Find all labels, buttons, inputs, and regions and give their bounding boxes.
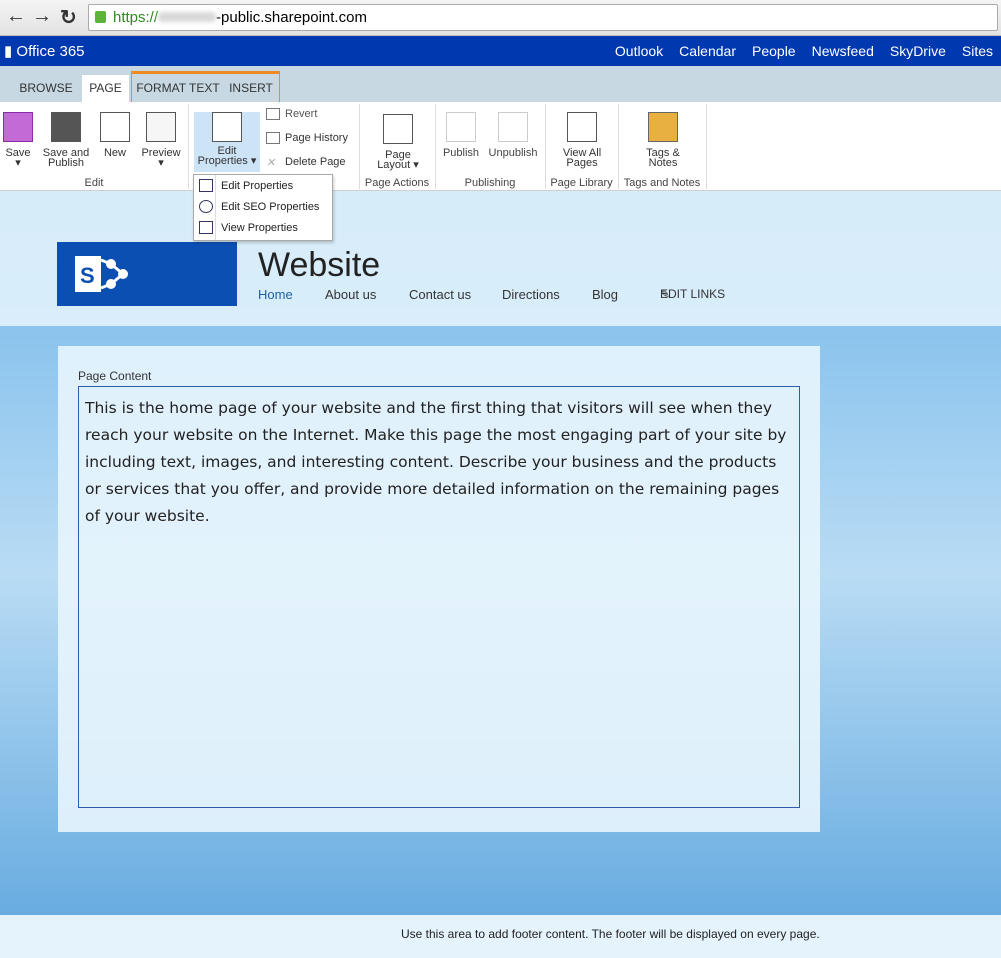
delete-page-button[interactable]: ✕ Delete Page [266, 156, 346, 169]
divider [188, 104, 189, 189]
office365-logo[interactable]: ▮ Office 365 [4, 42, 85, 60]
page-layout-label: Page Layout [377, 149, 411, 171]
ribbon-tabs: BROWSE PAGE FORMAT TEXT INSERT [0, 66, 1001, 102]
tags-notes-label: Tags & Notes [646, 147, 680, 169]
page-history-button[interactable]: Page History [266, 132, 348, 144]
view-all-pages-icon [567, 112, 597, 142]
tag-icon [648, 112, 678, 142]
unpublish-icon [498, 112, 528, 142]
delete-icon: ✕ [266, 157, 276, 169]
menu-label: View Properties [221, 222, 298, 234]
nav-about-us[interactable]: About us [325, 287, 376, 302]
site-title[interactable]: Website [258, 246, 380, 285]
preview-button[interactable]: Preview ▾ [138, 112, 184, 169]
new-label: New [103, 147, 126, 159]
publish-button[interactable]: Publish [440, 112, 482, 159]
page-history-icon [266, 132, 280, 144]
address-bar[interactable]: https:// -public.sharepoint.com [88, 4, 998, 31]
edit-properties-dropdown: Edit Properties Edit SEO Properties View… [193, 174, 333, 241]
forward-icon[interactable]: → [32, 5, 52, 28]
unpublish-label: Unpublish [488, 147, 538, 159]
reload-icon[interactable]: ↻ [60, 5, 77, 30]
edit-properties-icon [212, 112, 242, 142]
tags-notes-button[interactable]: Tags & Notes [638, 112, 688, 169]
preview-icon [146, 112, 176, 142]
menu-item-edit-properties[interactable]: Edit Properties [194, 175, 332, 196]
redacted-text [158, 12, 217, 22]
browser-toolbar: ← → ↻ https:// -public.sharepoint.com [0, 0, 1001, 36]
url-scheme: https:// [113, 9, 159, 26]
save-and-publish-button[interactable]: Save and Publish [40, 112, 92, 169]
menu-item-view-properties[interactable]: View Properties [194, 217, 332, 238]
revert-label: Revert [285, 108, 318, 120]
save-button[interactable]: Save ▾ [2, 112, 34, 169]
tab-insert[interactable]: INSERT [223, 75, 279, 102]
revert-button[interactable]: Revert [266, 108, 317, 120]
new-button[interactable]: New [99, 112, 131, 159]
group-page-actions: Page Actions [364, 177, 430, 189]
view-all-pages-label: View All Pages [562, 147, 602, 169]
sharepoint-logo[interactable]: S [57, 242, 237, 306]
page-history-label: Page History [285, 132, 348, 144]
save-label: Save [5, 147, 31, 159]
view-properties-icon [199, 221, 213, 234]
edit-properties-button[interactable]: Edit Properties ▾ [194, 112, 260, 172]
tab-format-text[interactable]: FORMAT TEXT [133, 75, 223, 102]
new-page-icon [100, 112, 130, 142]
group-publishing: Publishing [464, 177, 516, 189]
save-publish-label: Save and Publish [42, 147, 90, 169]
back-icon[interactable]: ← [6, 5, 26, 28]
unpublish-button[interactable]: Unpublish [485, 112, 541, 159]
view-all-pages-button[interactable]: View All Pages [558, 112, 606, 169]
edit-properties-label: Edit Properties [197, 145, 248, 167]
lock-icon [95, 11, 106, 23]
edit-links-label: EDIT LINKS [660, 287, 726, 301]
tab-page[interactable]: PAGE [82, 75, 129, 102]
ribbon: Save ▾ Save and Publish New Preview ▾ Edit… [0, 102, 1001, 191]
delete-page-label: Delete Page [285, 156, 346, 168]
edit-properties-icon [199, 179, 213, 192]
nav-contact-us[interactable]: Contact us [409, 287, 471, 302]
menu-label: Edit SEO Properties [221, 201, 320, 213]
suite-link-people[interactable]: People [752, 43, 796, 59]
brand-label: Office 365 [16, 43, 85, 60]
footer: Use this area to add footer content. The… [0, 915, 1001, 958]
nav-blog[interactable]: Blog [592, 287, 618, 302]
revert-icon [266, 108, 280, 120]
group-tags-notes: Tags and Notes [623, 177, 701, 189]
nav-home[interactable]: Home [258, 287, 293, 302]
divider [706, 104, 707, 189]
svg-text:S: S [80, 263, 95, 288]
suite-link-newsfeed[interactable]: Newsfeed [812, 43, 874, 59]
suite-link-skydrive[interactable]: SkyDrive [890, 43, 946, 59]
suite-link-outlook[interactable]: Outlook [615, 43, 663, 59]
url-host: -public.sharepoint.com [216, 9, 367, 26]
suite-link-calendar[interactable]: Calendar [679, 43, 736, 59]
suite-bar: ▮ Office 365 Outlook Calendar People New… [0, 36, 1001, 66]
page-content-label: Page Content [78, 369, 152, 383]
menu-item-edit-seo-properties[interactable]: Edit SEO Properties [194, 196, 332, 217]
sharepoint-icon: S [75, 256, 128, 292]
save-publish-icon [51, 112, 81, 142]
page-layout-icon [383, 114, 413, 144]
tab-browse[interactable]: BROWSE [10, 75, 82, 102]
preview-label: Preview [141, 147, 181, 159]
publish-label: Publish [442, 147, 480, 159]
seo-icon [199, 200, 213, 213]
group-page-library: Page Library [550, 177, 613, 189]
menu-label: Edit Properties [221, 180, 294, 192]
save-icon [3, 112, 33, 142]
page-content-editor[interactable]: This is the home page of your website an… [78, 386, 800, 808]
page-layout-button[interactable]: Page Layout ▾ [372, 114, 424, 171]
nav-directions[interactable]: Directions [502, 287, 560, 302]
publish-icon [446, 112, 476, 142]
suite-link-sites[interactable]: Sites [962, 43, 993, 59]
group-edit: Edit [84, 177, 104, 189]
